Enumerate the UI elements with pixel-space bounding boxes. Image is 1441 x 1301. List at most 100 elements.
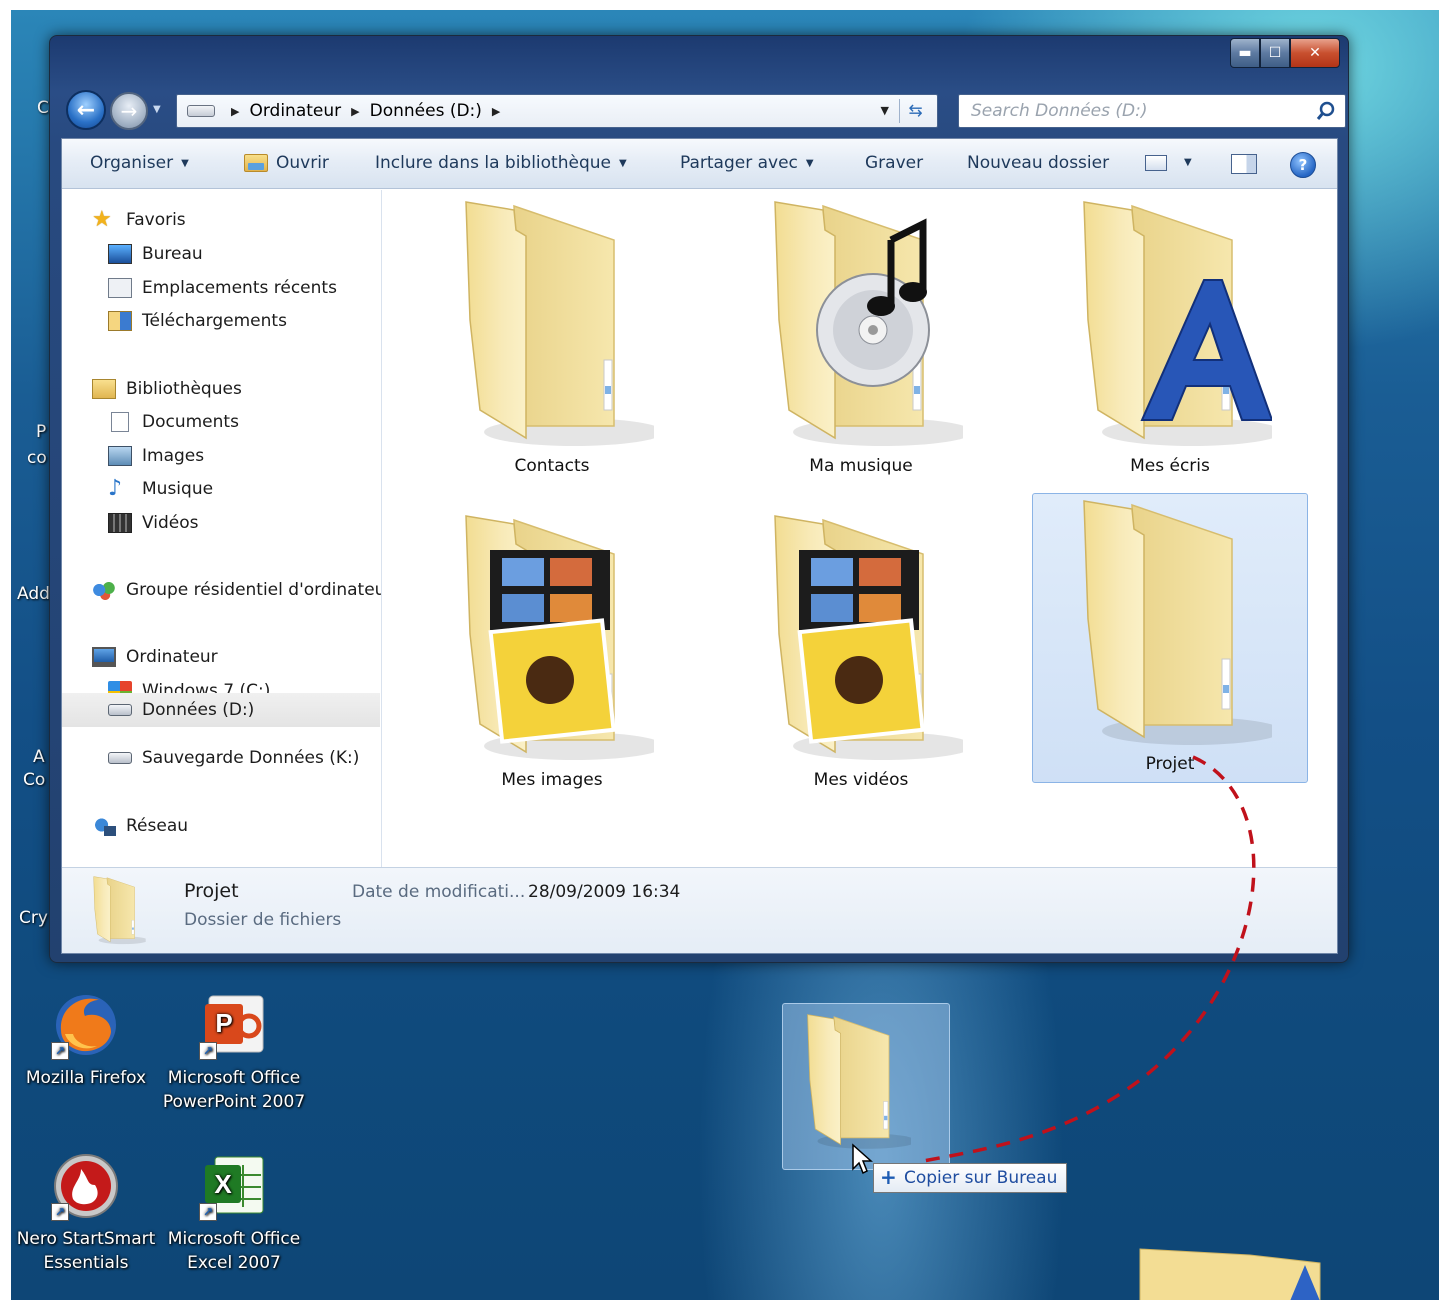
search-placeholder: Search Données (D:) <box>971 101 1148 121</box>
nav-item-bureau[interactable]: Bureau <box>108 239 203 269</box>
search-icon[interactable] <box>1315 100 1337 122</box>
nav-item-videos[interactable]: Vidéos <box>108 508 199 538</box>
folder-item-mes-videos[interactable]: Mes vidéos <box>723 508 999 798</box>
address-bar[interactable]: ▶ Ordinateur ▶ Données (D:) ▶ ▼ ⇆ <box>176 94 938 128</box>
shortcut-arrow-icon: ↗ <box>199 1042 217 1060</box>
desktop-icon-nero[interactable]: ↗ Nero StartSmart Essentials <box>11 1151 161 1275</box>
desktop-folder-icon[interactable] <box>1130 1245 1330 1300</box>
svg-text:X: X <box>214 1169 232 1199</box>
desktop-icon-label: Excel 2007 <box>187 1253 281 1273</box>
desktop-icon-label: Microsoft Office <box>167 1229 301 1249</box>
details-date-label: Date de modificati... <box>352 882 526 902</box>
hard-drive-icon <box>108 752 132 764</box>
window-controls: ▬ ☐ ✕ <box>1230 38 1340 68</box>
include-library-menu[interactable]: Inclure dans la bibliothèque ▼ <box>375 153 627 173</box>
folder-icon <box>90 876 146 948</box>
nav-item-downloads[interactable]: Téléchargements <box>108 306 287 336</box>
hard-drive-icon <box>108 704 132 716</box>
folder-item-projet[interactable]: Projet <box>1032 493 1308 783</box>
nav-item-documents[interactable]: Documents <box>108 407 239 437</box>
powerpoint-icon: P ↗ <box>199 990 269 1060</box>
desktop-icon-excel[interactable]: X ↗ Microsoft Office Excel 2007 <box>159 1151 309 1275</box>
nav-label: Emplacements récents <box>142 278 337 298</box>
recent-pages-dropdown[interactable]: ▼ <box>153 98 169 120</box>
nav-label: Favoris <box>126 210 186 230</box>
nav-item-sauvegarde-k[interactable]: Sauvegarde Données (K:) <box>108 743 359 773</box>
network-icon <box>92 816 116 836</box>
organize-menu[interactable]: Organiser ▼ <box>90 153 189 173</box>
breadcrumb-drive-d[interactable]: Données (D:) <box>370 101 482 121</box>
libraries-icon <box>92 379 116 399</box>
close-button[interactable]: ✕ <box>1290 38 1340 68</box>
desktop-edge-label: C <box>37 98 49 118</box>
desktop-icon-powerpoint[interactable]: P ↗ Microsoft Office PowerPoint 2007 <box>159 990 309 1114</box>
details-type: Dossier de fichiers <box>184 910 342 930</box>
back-button[interactable]: ← <box>66 90 106 130</box>
fonts-folder-icon <box>1072 200 1272 460</box>
svg-text:P: P <box>215 1008 232 1038</box>
help-icon[interactable]: ? <box>1290 152 1316 178</box>
drive-icon <box>187 105 215 117</box>
nero-icon: ↗ <box>51 1151 121 1221</box>
open-folder-icon <box>244 154 268 172</box>
folder-item-mes-images[interactable]: Mes images <box>414 508 690 798</box>
downloads-icon <box>108 311 132 331</box>
nav-item-music[interactable]: ♪ Musique <box>108 474 213 504</box>
minimize-button[interactable]: ▬ <box>1230 38 1260 68</box>
nav-label: Documents <box>142 412 239 432</box>
star-icon: ★ <box>92 207 112 232</box>
desktop-icon-label: Mozilla Firefox <box>25 1068 147 1088</box>
refresh-icon[interactable]: ⇆ <box>899 99 931 123</box>
share-with-menu[interactable]: Partager avec ▼ <box>680 153 814 173</box>
details-date-value: 28/09/2009 16:34 <box>528 882 681 902</box>
chevron-right-icon[interactable]: ▶ <box>351 105 359 118</box>
maximize-button[interactable]: ☐ <box>1260 38 1290 68</box>
folder-item-ma-musique[interactable]: Ma musique <box>723 194 999 484</box>
burn-label: Graver <box>865 153 924 173</box>
folder-item-contacts[interactable]: Contacts <box>414 194 690 484</box>
folder-item-mes-ecris[interactable]: Mes écris <box>1032 194 1308 484</box>
navigation-pane: ★ Favoris Bureau Emplacements récents Té… <box>62 190 382 867</box>
nav-computer[interactable]: Ordinateur <box>92 642 218 672</box>
new-folder-label: Nouveau dossier <box>967 153 1110 173</box>
new-folder-button[interactable]: Nouveau dossier <box>967 153 1109 173</box>
file-list: Contacts Ma musique Mes écris Mes images… <box>384 190 1337 867</box>
recent-places-icon <box>108 278 132 298</box>
forward-button[interactable]: → <box>110 92 148 130</box>
desktop-icon-firefox[interactable]: ↗ Mozilla Firefox <box>11 990 161 1090</box>
chevron-down-icon[interactable]: ▼ <box>1184 157 1192 168</box>
nav-homegroup[interactable]: Groupe résidentiel d'ordinateu <box>92 575 381 605</box>
search-input[interactable]: Search Données (D:) <box>958 94 1346 128</box>
nav-libraries[interactable]: Bibliothèques <box>92 374 242 404</box>
nav-item-donnees-d[interactable]: Données (D:) <box>62 693 380 727</box>
nav-favorites[interactable]: ★ Favoris <box>92 205 186 235</box>
documents-icon <box>111 412 129 432</box>
plus-icon: + <box>880 1165 897 1189</box>
navigation-row: ← → ▼ ▶ Ordinateur ▶ Données (D:) ▶ ▼ ⇆ … <box>62 88 1346 130</box>
chevron-right-icon[interactable]: ▶ <box>492 105 500 118</box>
desktop-icon-label: PowerPoint 2007 <box>162 1092 306 1112</box>
chevron-down-icon: ▼ <box>618 157 627 169</box>
address-dropdown-icon[interactable]: ▼ <box>881 104 889 117</box>
chevron-right-icon[interactable]: ▶ <box>231 105 239 118</box>
nav-label: Musique <box>142 479 214 499</box>
open-button[interactable]: Ouvrir <box>244 153 329 173</box>
film-icon <box>108 513 132 533</box>
nav-label: Vidéos <box>142 513 199 533</box>
command-bar: Organiser ▼ Ouvrir Inclure dans la bibli… <box>62 139 1337 189</box>
copy-to-desktop-tooltip: + Copier sur Bureau <box>873 1163 1067 1193</box>
preview-pane-icon[interactable] <box>1231 154 1257 174</box>
include-library-label: Inclure dans la bibliothèque <box>375 153 611 173</box>
nav-label: Réseau <box>126 816 189 836</box>
desktop-icon <box>108 244 132 264</box>
burn-button[interactable]: Graver <box>865 153 923 173</box>
desktop-icon-label: Nero StartSmart <box>16 1229 156 1249</box>
folder-label: Ma musique <box>809 456 913 476</box>
breadcrumb-computer[interactable]: Ordinateur <box>249 101 341 121</box>
nav-network[interactable]: Réseau <box>92 811 188 841</box>
change-view-icon[interactable] <box>1145 155 1167 171</box>
nav-item-recent-places[interactable]: Emplacements récents <box>108 273 337 303</box>
nav-item-images[interactable]: Images <box>108 441 204 471</box>
share-with-label: Partager avec <box>680 153 798 173</box>
folder-label: Mes vidéos <box>813 770 909 790</box>
